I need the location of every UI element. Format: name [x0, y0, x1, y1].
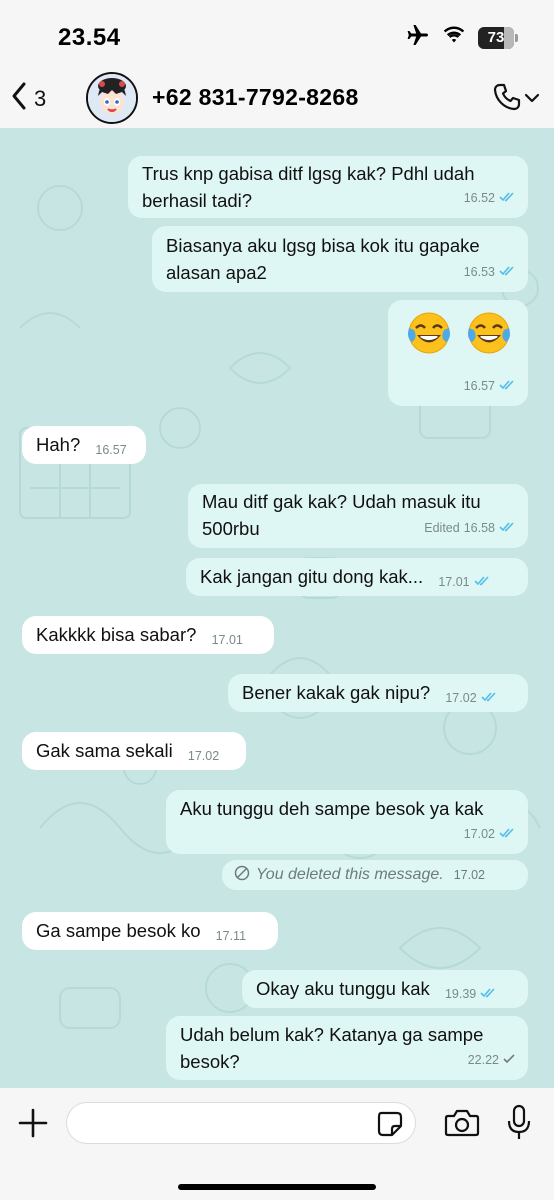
message-time: 17.01	[211, 633, 243, 647]
message-text: Trus knp gabisa ditf lgsg kak? Pdhl udah…	[142, 163, 475, 211]
message-meta: 17.02	[445, 685, 497, 712]
message-meta: 17.01	[212, 627, 243, 654]
message-meta: 16.57	[95, 437, 126, 464]
back-button[interactable]: 3	[10, 80, 46, 117]
message-meta: 17.01	[438, 569, 490, 596]
wifi-icon	[442, 25, 466, 50]
message-time: 17.02	[453, 868, 485, 882]
chevron-down-icon	[524, 91, 540, 109]
outgoing-message[interactable]: Biasanya aku lgsg bisa kok itu gapake al…	[152, 226, 528, 292]
status-icons: 73	[406, 24, 518, 51]
battery-level: 73	[487, 28, 505, 46]
message-time: 16.57	[95, 443, 127, 457]
sticker-icon	[376, 1111, 404, 1142]
message-meta: 17.02	[464, 821, 516, 848]
message-time: 16.52	[463, 191, 495, 205]
message-text: Bener kakak gak nipu?	[242, 682, 431, 703]
unread-count: 3	[34, 85, 47, 111]
message-time: 17.02	[187, 749, 220, 763]
read-ticks-icon	[499, 821, 516, 848]
message-time: 17.01	[438, 575, 470, 589]
message-text: Okay aku tunggu kak	[256, 978, 430, 999]
message-time: 16.53	[463, 265, 495, 279]
outgoing-message[interactable]: 16.57	[388, 300, 528, 406]
message-time: 19.39	[444, 987, 477, 1001]
chevron-left-icon	[10, 80, 28, 117]
emoji-content	[406, 310, 514, 363]
read-ticks-icon	[474, 569, 491, 596]
tears-of-joy-icon	[406, 310, 452, 363]
incoming-message[interactable]: Gak sama sekali 17.02	[22, 732, 246, 770]
read-ticks-icon	[480, 981, 497, 1008]
outgoing-message[interactable]: Udah belum kak? Katanya ga sampe besok? …	[166, 1016, 528, 1080]
message-meta: 17.02	[188, 743, 219, 770]
incoming-message[interactable]: Kakkkk bisa sabar? 17.01	[22, 616, 274, 654]
avatar[interactable]	[86, 72, 138, 124]
microphone-button[interactable]	[506, 1104, 532, 1142]
read-ticks-icon	[499, 373, 516, 400]
home-indicator[interactable]	[178, 1184, 376, 1190]
read-ticks-icon	[481, 685, 498, 712]
sticker-button[interactable]	[376, 1110, 404, 1138]
microphone-icon	[506, 1104, 532, 1146]
read-ticks-icon	[499, 185, 516, 212]
incoming-message[interactable]: Ga sampe besok ko 17.11	[22, 912, 278, 950]
call-button[interactable]	[492, 82, 540, 117]
read-ticks-icon	[499, 259, 516, 286]
edited-label: Edited	[424, 521, 460, 535]
incoming-message[interactable]: Hah? 16.57	[22, 426, 146, 464]
camera-button[interactable]	[444, 1108, 480, 1138]
message-text: Hah?	[36, 434, 81, 455]
message-meta: 22.22	[468, 1047, 516, 1074]
outgoing-message[interactable]: Aku tunggu deh sampe besok ya kak 17.02	[166, 790, 528, 854]
read-ticks-icon	[499, 515, 516, 542]
outgoing-message[interactable]: Mau ditf gak kak? Udah masuk itu 500rbu …	[188, 484, 528, 548]
message-text: Aku tunggu deh sampe besok ya kak	[180, 798, 484, 819]
message-text: Kak jangan gitu dong kak...	[200, 566, 424, 587]
attach-button[interactable]	[16, 1106, 50, 1140]
message-time: 16.57	[463, 379, 495, 393]
message-text: Gak sama sekali	[36, 740, 173, 761]
plus-icon	[16, 1108, 50, 1144]
message-meta: 16.53	[464, 259, 516, 286]
deleted-text: You deleted this message.	[256, 866, 444, 883]
message-time: 17.02	[445, 691, 477, 705]
deleted-message[interactable]: You deleted this message. 17.02	[222, 860, 528, 890]
message-meta: 16.57	[464, 373, 516, 400]
message-time: 16.58	[463, 521, 495, 535]
chat-header: 3 +62 831-7792-8268	[0, 70, 554, 128]
message-time: 17.02	[463, 827, 495, 841]
message-time: 22.22	[467, 1053, 499, 1067]
battery-icon: 73	[478, 26, 518, 49]
phone-icon	[492, 82, 522, 117]
message-text: Kakkkk bisa sabar?	[36, 624, 197, 645]
outgoing-message[interactable]: Bener kakak gak nipu? 17.02	[228, 674, 528, 712]
outgoing-message[interactable]: Okay aku tunggu kak 19.39	[242, 970, 528, 1008]
deleted-icon	[234, 865, 250, 886]
contact-name[interactable]: +62 831-7792-8268	[152, 84, 359, 111]
outgoing-message[interactable]: Kak jangan gitu dong kak... 17.01	[186, 558, 528, 596]
message-input[interactable]	[66, 1102, 416, 1144]
status-time: 23.54	[58, 24, 121, 51]
tears-of-joy-icon	[466, 310, 512, 363]
sent-tick-icon	[503, 1047, 516, 1074]
message-text: Biasanya aku lgsg bisa kok itu gapake al…	[166, 235, 480, 283]
message-time: 17.11	[215, 929, 247, 943]
status-bar: 23.54 73	[0, 0, 554, 70]
message-meta: 17.11	[216, 923, 246, 950]
camera-icon	[444, 1109, 480, 1142]
chat-area[interactable]: Trus knp gabisa ditf lgsg kak? Pdhl udah…	[0, 128, 554, 1088]
airplane-icon	[406, 24, 430, 51]
input-bar	[0, 1088, 554, 1200]
message-text: Udah belum kak? Katanya ga sampe besok?	[180, 1024, 484, 1072]
message-meta: 16.52	[464, 185, 516, 212]
message-meta: 19.39	[445, 981, 497, 1008]
outgoing-message[interactable]: Trus knp gabisa ditf lgsg kak? Pdhl udah…	[128, 156, 528, 218]
message-meta: Edited 16.58	[424, 515, 516, 542]
message-text: Ga sampe besok ko	[36, 920, 201, 941]
